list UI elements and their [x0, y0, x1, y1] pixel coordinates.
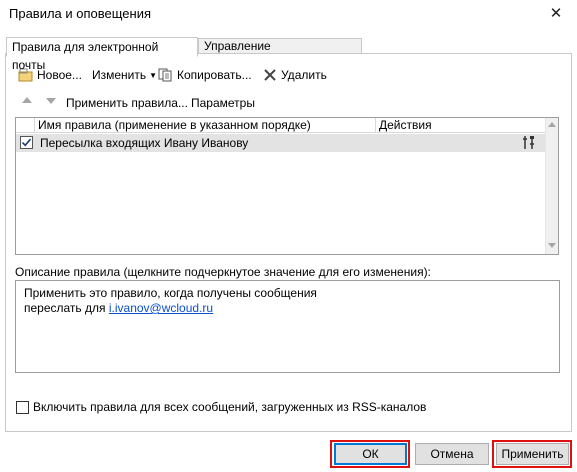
forward-address-link[interactable]: i.ivanov@wcloud.ru: [109, 301, 213, 315]
scroll-down-icon[interactable]: [548, 243, 556, 248]
title-bar: Правила и оповещения ✕: [0, 0, 577, 30]
description-forward-prefix: переслать для: [24, 301, 106, 315]
rules-list[interactable]: Имя правила (применение в указанном поря…: [15, 117, 559, 255]
edit-dropdown-icon: ▼: [149, 70, 158, 80]
rule-description-box: Применить это правило, когда получены со…: [15, 280, 560, 373]
copy-rule-label: Копировать...: [177, 68, 252, 82]
cancel-button-label: Отмена: [430, 447, 474, 461]
rules-list-scrollbar[interactable]: [545, 118, 558, 254]
delete-rule-button[interactable]: Удалить: [262, 65, 327, 85]
apply-button-label: Применить: [501, 447, 564, 461]
options-label: Параметры: [191, 96, 255, 110]
copy-icon: [158, 68, 174, 82]
description-line: Применить это правило, когда получены со…: [24, 286, 317, 300]
tab-email-rules[interactable]: Правила для электронной почты: [6, 37, 198, 72]
window-title: Правила и оповещения: [9, 6, 152, 21]
column-separator: [34, 118, 35, 133]
move-up-icon[interactable]: [22, 97, 32, 103]
rss-option[interactable]: Включить правила для всех сообщений, заг…: [16, 400, 426, 414]
rss-option-label: Включить правила для всех сообщений, заг…: [33, 400, 427, 414]
close-icon[interactable]: ✕: [545, 4, 567, 24]
rule-enabled-checkbox[interactable]: [20, 136, 33, 149]
rule-action-icon: [522, 135, 536, 153]
edit-rule-button[interactable]: Изменить ▼: [92, 65, 157, 85]
list-header: Имя правила (применение в указанном поря…: [16, 118, 545, 133]
tab-manage-alerts[interactable]: Управление оповещениями: [198, 38, 362, 68]
apply-rules-label: Применить правила...: [66, 96, 188, 110]
options-button[interactable]: Параметры: [191, 93, 255, 113]
move-down-icon[interactable]: [46, 98, 56, 104]
description-line-forward: переслать для i.ivanov@wcloud.ru: [24, 301, 213, 315]
table-row[interactable]: Пересылка входящих Ивану Иванову: [16, 134, 545, 152]
delete-rule-label: Удалить: [281, 68, 327, 82]
ok-button-label: ОК: [362, 447, 379, 461]
scroll-up-icon[interactable]: [548, 122, 556, 127]
edit-rule-label: Изменить: [92, 68, 147, 82]
apply-rules-button[interactable]: Применить правила...: [66, 93, 188, 113]
column-separator: [375, 118, 376, 133]
ok-button[interactable]: ОК: [334, 443, 407, 465]
cancel-button[interactable]: Отмена: [415, 443, 489, 465]
apply-button[interactable]: Применить: [496, 443, 569, 465]
column-header-actions[interactable]: Действия: [379, 118, 432, 132]
column-header-rule-name[interactable]: Имя правила (применение в указанном поря…: [38, 118, 311, 132]
rss-checkbox[interactable]: [16, 400, 29, 414]
rule-description-label: Описание правила (щелкните подчеркнутое …: [15, 265, 431, 279]
delete-icon: [262, 68, 278, 82]
rule-name: Пересылка входящих Ивану Иванову: [40, 136, 249, 150]
copy-rule-button[interactable]: Копировать...: [158, 65, 252, 85]
